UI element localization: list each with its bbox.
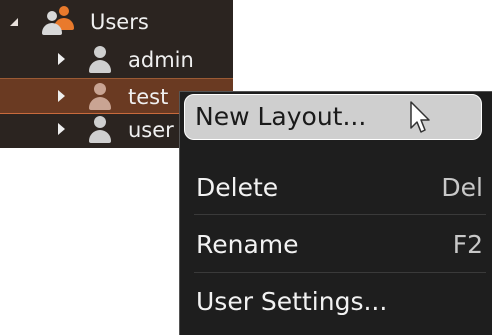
menu-item-user-settings[interactable]: User Settings... bbox=[186, 276, 491, 328]
menu-item-label: User Settings... bbox=[196, 287, 388, 316]
menu-item-delete[interactable]: Delete Del bbox=[186, 162, 491, 214]
user-icon bbox=[88, 46, 112, 74]
screen: Users admin test user New Layout... Dele… bbox=[0, 0, 492, 335]
tree-group-label: Users bbox=[90, 10, 149, 34]
menu-item-shortcut: Del bbox=[441, 173, 483, 202]
mouse-pointer-icon bbox=[410, 101, 430, 133]
tree-group-users[interactable]: Users bbox=[0, 4, 233, 40]
tree-item-label: test bbox=[128, 85, 169, 109]
group-users-icon bbox=[42, 6, 76, 36]
collapse-arrow-icon[interactable] bbox=[58, 53, 65, 65]
collapse-arrow-icon[interactable] bbox=[58, 123, 65, 135]
tree-item-label: admin bbox=[128, 48, 194, 72]
menu-item-rename[interactable]: Rename F2 bbox=[186, 219, 491, 271]
menu-item-label: Delete bbox=[196, 173, 279, 202]
menu-item-label: Rename bbox=[196, 230, 299, 259]
menu-item-label: New Layout... bbox=[195, 102, 367, 131]
menu-item-new-layout[interactable]: New Layout... bbox=[184, 94, 482, 140]
tree-item-label: user bbox=[128, 118, 174, 142]
menu-item-shortcut: F2 bbox=[452, 230, 483, 259]
collapse-arrow-icon[interactable] bbox=[58, 90, 65, 102]
context-menu: New Layout... Delete Del Rename F2 User … bbox=[179, 91, 492, 335]
tree-item-admin[interactable]: admin bbox=[0, 42, 233, 78]
menu-separator bbox=[194, 214, 486, 215]
menu-separator bbox=[194, 272, 486, 273]
user-icon bbox=[88, 83, 112, 111]
user-icon bbox=[88, 116, 112, 144]
expand-arrow-icon[interactable] bbox=[10, 18, 18, 26]
